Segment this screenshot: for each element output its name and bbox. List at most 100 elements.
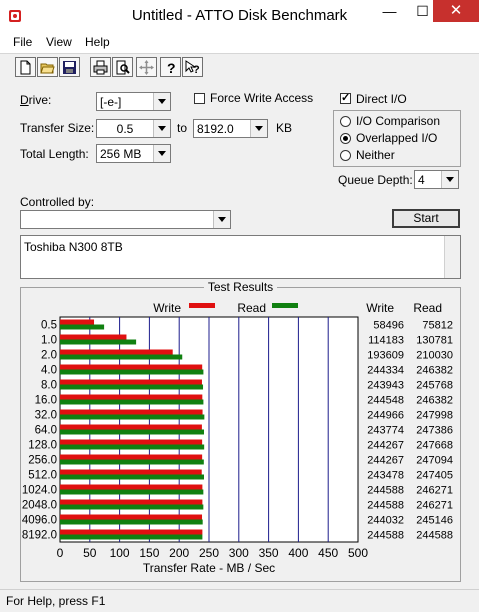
write-value: 244032 [367, 515, 404, 527]
help-button[interactable]: ? [160, 57, 181, 77]
transfer-from-combo[interactable]: 0.5 [96, 119, 171, 138]
queue-depth-combo[interactable]: 4 [414, 170, 459, 189]
kb-label: KB [276, 121, 293, 135]
transfer-to-combo[interactable]: 8192.0 [193, 119, 268, 138]
save-button[interactable] [59, 57, 80, 77]
main-panel: Drive: [-e-] Force Write Access Direct I… [0, 82, 479, 589]
overlapped-io-radio[interactable] [340, 133, 351, 144]
force-write-checkbox[interactable] [194, 93, 205, 104]
drive-value: [-e-] [100, 95, 122, 109]
total-length-combo[interactable]: 256 MB [96, 144, 171, 163]
row-size-label: 1.0 [41, 335, 57, 347]
write-value: 244588 [367, 485, 404, 497]
context-help-button[interactable]: ? [182, 57, 203, 77]
print-preview-button[interactable] [112, 57, 133, 77]
x-tick-label: 350 [259, 546, 279, 560]
write-bar [60, 394, 203, 400]
write-bar [60, 334, 127, 340]
read-bar [60, 504, 204, 510]
toolbar: ? ? [0, 53, 479, 83]
x-tick-label: 100 [110, 546, 130, 560]
chevron-down-icon[interactable] [250, 120, 267, 137]
move-button[interactable] [136, 57, 157, 77]
read-col-header: Read [413, 301, 442, 315]
write-value: 114183 [368, 335, 404, 347]
drive-label: Drive: [20, 93, 52, 107]
read-value: 246271 [416, 485, 453, 497]
write-value: 244588 [367, 500, 404, 512]
x-tick-label: 450 [318, 546, 338, 560]
svg-text:?: ? [193, 64, 200, 75]
x-tick-label: 500 [348, 546, 368, 560]
move-icon [139, 60, 154, 75]
chevron-down-icon[interactable] [441, 171, 458, 188]
chevron-down-icon[interactable] [153, 93, 170, 110]
new-file-icon [20, 60, 31, 75]
controlled-by-combo[interactable] [20, 210, 231, 229]
legend-read-swatch [272, 303, 298, 308]
start-button[interactable]: Start [392, 209, 460, 228]
write-value: 244334 [367, 365, 404, 377]
x-tick-label: 50 [83, 546, 97, 560]
total-length-label: Total Length: [20, 147, 89, 161]
open-folder-icon [40, 63, 55, 74]
read-value: 210030 [416, 350, 453, 362]
read-bar [60, 354, 183, 360]
read-value: 247094 [416, 455, 453, 467]
row-size-label: 4.0 [41, 365, 57, 377]
write-value: 243774 [367, 425, 404, 437]
read-bar [60, 429, 204, 435]
read-value: 246382 [416, 395, 453, 407]
transfer-to-value: 8192.0 [197, 122, 234, 136]
transfer-from-value: 0.5 [116, 122, 134, 136]
title-bar: Untitled - ATTO Disk Benchmark — ☐ ✕ [0, 0, 479, 31]
write-bar [60, 529, 203, 535]
close-button[interactable]: ✕ [433, 0, 479, 22]
write-bar [60, 319, 95, 325]
chevron-down-icon[interactable] [213, 211, 230, 228]
chevron-down-icon[interactable] [153, 145, 170, 162]
x-tick-label: 250 [199, 546, 219, 560]
minimize-button[interactable]: — [373, 0, 406, 22]
legend-write-swatch [189, 303, 215, 308]
read-value: 247998 [416, 410, 453, 422]
overlapped-io-label: Overlapped I/O [356, 131, 438, 145]
write-value: 244267 [367, 455, 404, 467]
read-bar [60, 324, 105, 330]
write-bar [60, 499, 203, 505]
description-scrollbar[interactable] [444, 236, 460, 278]
menu-help[interactable]: Help [85, 35, 110, 49]
io-comparison-label: I/O Comparison [356, 114, 441, 128]
write-bar [60, 469, 202, 475]
io-comparison-radio[interactable] [340, 116, 351, 127]
total-length-value: 256 MB [100, 147, 142, 161]
help-icon: ? [167, 60, 176, 75]
read-bar [60, 489, 204, 495]
write-bar [60, 514, 203, 520]
write-col-header: Write [366, 301, 394, 315]
write-value: 244267 [367, 440, 404, 452]
direct-io-label: Direct I/O [356, 92, 407, 106]
print-button[interactable] [90, 57, 111, 77]
menu-view[interactable]: View [46, 35, 72, 49]
read-bar [60, 519, 203, 525]
test-results-group: Test Results 0 50 100 150 200 250 300 350 400 450… [20, 280, 461, 582]
x-axis-label: Transfer Rate - MB / Sec [143, 561, 275, 575]
neither-radio[interactable] [340, 150, 351, 161]
new-file-button[interactable] [15, 57, 36, 77]
write-value: 243943 [367, 380, 404, 392]
read-value: 244588 [416, 530, 453, 542]
chevron-down-icon[interactable] [153, 120, 170, 137]
drive-combo[interactable]: [-e-] [96, 92, 171, 111]
legend-read-label: Read [237, 301, 266, 315]
menu-file[interactable]: File [13, 35, 32, 49]
description-textbox[interactable]: Toshiba N300 8TB [20, 235, 461, 279]
read-bar [60, 414, 205, 420]
row-size-label: 1024.0 [22, 485, 57, 497]
open-button[interactable] [37, 57, 58, 77]
write-bar [60, 349, 173, 355]
x-tick-label: 150 [139, 546, 159, 560]
row-size-label: 16.0 [35, 395, 57, 407]
write-bar [60, 484, 203, 490]
direct-io-checkbox[interactable] [340, 91, 351, 104]
